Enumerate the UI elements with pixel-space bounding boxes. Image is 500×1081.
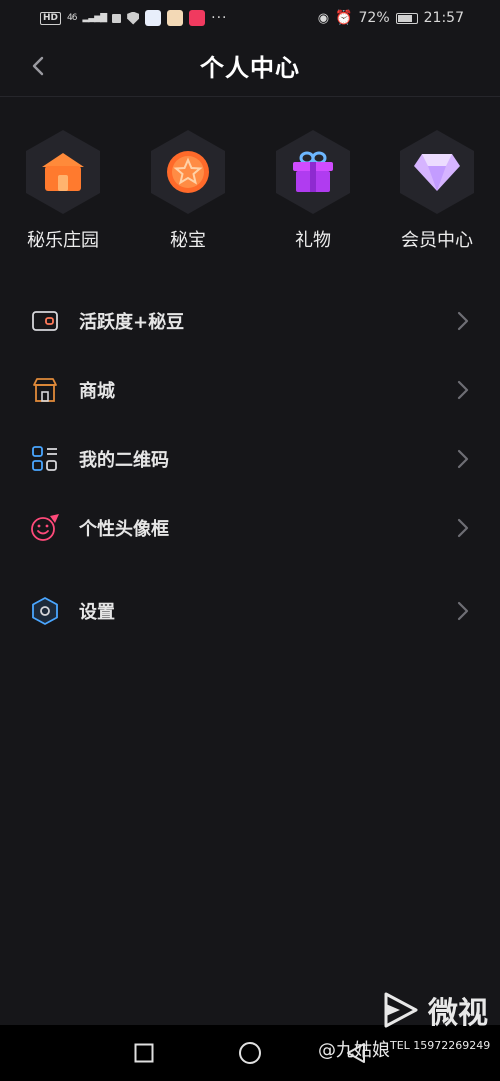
shortcut-label: 会员中心: [401, 230, 473, 251]
watermark-app-name: 微视: [428, 996, 488, 1031]
watermark-logo: 微视: [380, 988, 488, 1032]
house-icon: [42, 153, 84, 191]
menu-item-settings[interactable]: 设置: [0, 577, 500, 645]
shortcut-label: 秘宝: [170, 230, 206, 251]
signal-icon: 46: [67, 13, 78, 23]
recents-button[interactable]: [132, 1041, 156, 1065]
avatar-frame-icon: [30, 513, 60, 543]
menu-item-store[interactable]: 商城: [0, 356, 500, 424]
hex-tile: [276, 130, 350, 214]
watermark-tel: TEL 15972269249: [390, 1039, 491, 1052]
status-right: ◉ ⏰ 72% 21:57: [318, 10, 464, 26]
hex-tile: [151, 130, 225, 214]
app-notification-icon: [167, 10, 184, 26]
shortcut-manor[interactable]: 秘乐庄园: [8, 130, 118, 252]
chevron-right-icon: [457, 449, 469, 469]
shortcut-treasure[interactable]: 秘宝: [133, 130, 243, 252]
diamond-icon: [414, 154, 460, 191]
header: 个人中心: [0, 36, 500, 97]
hex-tile: [400, 130, 474, 214]
menu-label: 活跃度+秘豆: [79, 312, 185, 333]
app-notification-icon: [189, 10, 206, 26]
status-bar: HD 46 ▂▃▅▇ ··· ◉ ⏰ 72% 21:57: [0, 0, 500, 36]
more-notifications-icon: ···: [211, 10, 228, 26]
notification-square-icon: [112, 13, 122, 23]
watermark-username: @九姑娘: [318, 1040, 390, 1061]
eye-comfort-icon: ◉: [317, 10, 330, 26]
battery-icon: [395, 12, 418, 24]
clock: 21:57: [423, 10, 464, 26]
circle-icon: [239, 1042, 261, 1064]
star-coin-icon: [167, 151, 209, 193]
shortcut-label: 秘乐庄园: [27, 230, 99, 251]
alarm-icon: ⏰: [335, 10, 353, 26]
status-left: HD 46 ▂▃▅▇ ···: [40, 10, 228, 26]
app-notification-icon: [145, 10, 162, 26]
hd-indicator: HD: [40, 11, 62, 25]
menu-item-avatar-frame[interactable]: 个性头像框: [0, 494, 500, 562]
menu-label: 设置: [79, 602, 115, 623]
chevron-right-icon: [457, 518, 469, 538]
chevron-right-icon: [457, 380, 469, 400]
menu-item-activity-beans[interactable]: 活跃度+秘豆: [0, 287, 500, 355]
shortcut-gift[interactable]: 礼物: [258, 130, 368, 252]
gift-icon: [293, 151, 333, 192]
hex-tile: [26, 130, 100, 214]
signal-bars-icon: ▂▃▅▇: [82, 13, 107, 23]
home-button[interactable]: [238, 1041, 262, 1065]
shield-icon: [127, 11, 140, 25]
qr-code-icon: [30, 444, 60, 474]
menu-label: 个性头像框: [79, 519, 169, 540]
settings-hexagon-icon: [30, 596, 60, 626]
personal-center-screen: HD 46 ▂▃▅▇ ··· ◉ ⏰ 72% 21:57 个人中心 秘乐庄园 秘…: [0, 0, 500, 1081]
shortcut-label: 礼物: [295, 230, 331, 251]
watermark-user: @九姑娘TEL 15972269249: [318, 1036, 490, 1062]
menu-item-qr-code[interactable]: 我的二维码: [0, 425, 500, 493]
square-icon: [134, 1043, 154, 1063]
chevron-right-icon: [457, 311, 469, 331]
weishi-play-icon: [384, 992, 418, 1028]
page-title: 个人中心: [200, 54, 300, 82]
chevron-right-icon: [457, 601, 469, 621]
store-icon: [30, 375, 60, 405]
menu-label: 我的二维码: [79, 450, 169, 471]
wallet-icon: [30, 306, 60, 336]
menu-label: 商城: [79, 381, 115, 402]
shortcut-row: 秘乐庄园 秘宝 礼物 会员中心: [0, 130, 500, 260]
shortcut-membership[interactable]: 会员中心: [382, 130, 492, 252]
battery-percent: 72%: [358, 10, 390, 26]
